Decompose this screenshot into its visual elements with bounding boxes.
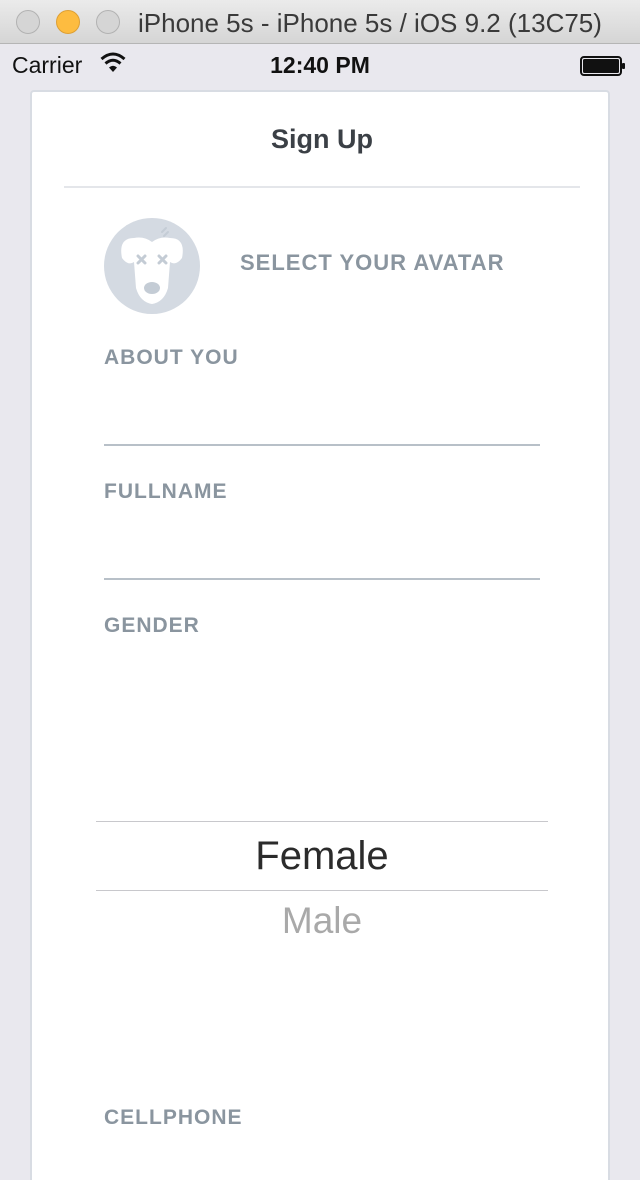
- zoom-window-button[interactable]: [96, 10, 120, 34]
- picker-option-male[interactable]: Male: [32, 900, 612, 942]
- picker-selection-top-line: [96, 821, 548, 822]
- fullname-label: FULLNAME: [104, 480, 228, 503]
- cellphone-label: CELLPHONE: [104, 1106, 243, 1129]
- fullname-underline: [104, 578, 540, 580]
- battery-icon: [580, 56, 625, 76]
- picker-selection-bottom-line: [96, 890, 548, 891]
- about-you-input[interactable]: [104, 398, 540, 438]
- select-avatar-label[interactable]: SELECT YOUR AVATAR: [240, 250, 505, 276]
- fullname-input[interactable]: [104, 532, 540, 572]
- nav-divider: [64, 186, 580, 188]
- signup-card: Sign Up SELECT YOUR AVATAR ABOUT YOU FUL…: [30, 90, 610, 1180]
- about-you-underline: [104, 444, 540, 446]
- avatar-button[interactable]: [104, 218, 200, 314]
- status-bar: Carrier 12:40 PM: [0, 44, 640, 86]
- page-title: Sign Up: [271, 124, 373, 154]
- status-time: 12:40 PM: [270, 52, 370, 78]
- about-you-label: ABOUT YOU: [104, 346, 239, 369]
- minimize-window-button[interactable]: [56, 10, 80, 34]
- simulator-title-bar: iPhone 5s - iPhone 5s / iOS 9.2 (13C75): [0, 0, 640, 44]
- picker-selected-option[interactable]: Female: [32, 834, 612, 879]
- dog-face-icon: [121, 227, 183, 304]
- gender-label: GENDER: [104, 614, 200, 637]
- close-window-button[interactable]: [16, 10, 40, 34]
- window-title: iPhone 5s - iPhone 5s / iOS 9.2 (13C75): [138, 8, 602, 38]
